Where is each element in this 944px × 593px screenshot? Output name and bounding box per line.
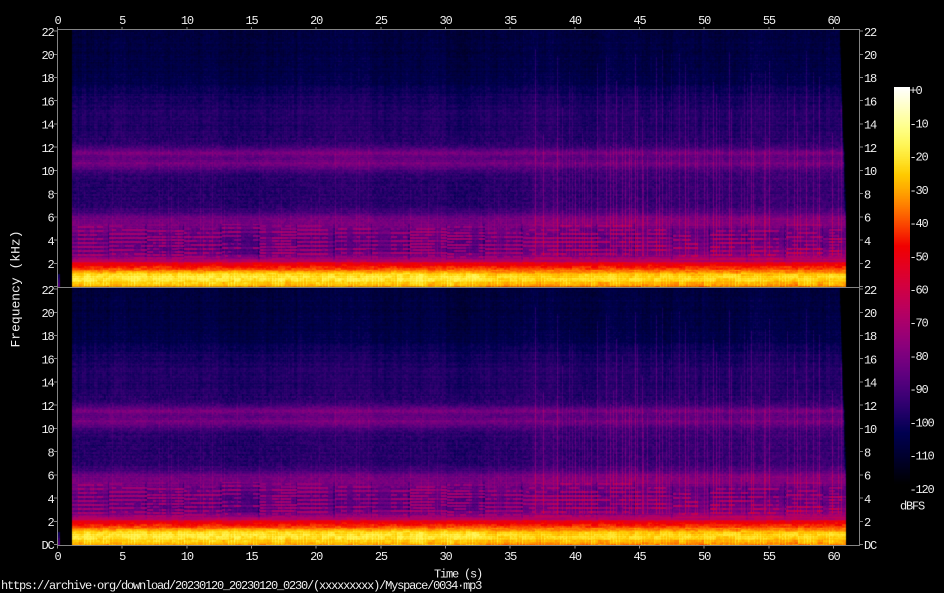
svg-text:16: 16 — [41, 353, 54, 367]
svg-text:18: 18 — [864, 330, 877, 344]
svg-text:-50: -50 — [910, 250, 929, 264]
svg-text:2: 2 — [864, 516, 871, 530]
svg-text:2: 2 — [47, 258, 54, 272]
svg-text:14: 14 — [864, 119, 877, 133]
svg-text:0: 0 — [54, 550, 61, 564]
svg-text:20: 20 — [310, 550, 323, 564]
svg-text:Frequency (kHz): Frequency (kHz) — [9, 230, 24, 347]
svg-text:0: 0 — [54, 14, 61, 28]
svg-text:10: 10 — [181, 14, 194, 28]
svg-text:16: 16 — [864, 353, 877, 367]
svg-text:10: 10 — [864, 423, 877, 437]
svg-text:22: 22 — [41, 284, 54, 298]
svg-text:45: 45 — [633, 550, 646, 564]
svg-text:DC: DC — [864, 539, 877, 553]
svg-text:5: 5 — [119, 550, 126, 564]
svg-text:22: 22 — [864, 284, 877, 298]
svg-text:18: 18 — [864, 72, 877, 86]
svg-text:8: 8 — [47, 446, 54, 460]
svg-text:-20: -20 — [910, 151, 929, 165]
svg-text:-70: -70 — [910, 317, 929, 331]
svg-text:20: 20 — [41, 307, 54, 321]
svg-text:30: 30 — [439, 14, 452, 28]
svg-text:-60: -60 — [910, 283, 929, 297]
svg-text:60: 60 — [827, 550, 840, 564]
svg-text:35: 35 — [504, 14, 517, 28]
svg-text:-10: -10 — [910, 117, 929, 131]
svg-text:DC: DC — [41, 539, 54, 553]
svg-text:12: 12 — [864, 400, 877, 414]
svg-text:6: 6 — [864, 470, 871, 484]
svg-text:15: 15 — [245, 550, 258, 564]
svg-text:10: 10 — [41, 423, 54, 437]
svg-text:https://archive·org/download/2: https://archive·org/download/20230120_20… — [1, 579, 482, 593]
svg-text:2: 2 — [864, 258, 871, 272]
svg-text:4: 4 — [864, 493, 871, 507]
svg-text:6: 6 — [47, 470, 54, 484]
svg-text:50: 50 — [698, 550, 711, 564]
svg-text:20: 20 — [864, 49, 877, 63]
svg-text:14: 14 — [41, 119, 54, 133]
svg-text:20: 20 — [310, 14, 323, 28]
svg-text:40: 40 — [569, 14, 582, 28]
svg-text:22: 22 — [864, 26, 877, 40]
svg-text:25: 25 — [375, 14, 388, 28]
svg-text:8: 8 — [864, 446, 871, 460]
svg-text:6: 6 — [47, 212, 54, 226]
svg-text:-100: -100 — [910, 416, 935, 430]
svg-text:6: 6 — [864, 212, 871, 226]
svg-text:35: 35 — [504, 550, 517, 564]
svg-text:4: 4 — [47, 493, 54, 507]
svg-text:20: 20 — [864, 307, 877, 321]
svg-text:16: 16 — [41, 95, 54, 109]
svg-text:-80: -80 — [910, 350, 929, 364]
svg-text:12: 12 — [864, 142, 877, 156]
svg-text:40: 40 — [569, 550, 582, 564]
svg-text:8: 8 — [47, 188, 54, 202]
svg-text:18: 18 — [41, 72, 54, 86]
svg-text:20: 20 — [41, 49, 54, 63]
svg-text:-30: -30 — [910, 184, 929, 198]
svg-text:dBFS: dBFS — [900, 500, 925, 514]
svg-text:-120: -120 — [910, 483, 935, 497]
svg-text:-110: -110 — [910, 450, 935, 464]
svg-text:30: 30 — [439, 550, 452, 564]
svg-text:8: 8 — [864, 188, 871, 202]
svg-text:14: 14 — [41, 377, 54, 391]
svg-text:5: 5 — [119, 14, 126, 28]
svg-text:25: 25 — [375, 550, 388, 564]
svg-text:12: 12 — [41, 142, 54, 156]
svg-text:4: 4 — [47, 235, 54, 249]
svg-text:50: 50 — [698, 14, 711, 28]
svg-text:4: 4 — [864, 235, 871, 249]
svg-text:55: 55 — [763, 550, 776, 564]
svg-text:18: 18 — [41, 330, 54, 344]
svg-text:15: 15 — [245, 14, 258, 28]
svg-text:45: 45 — [633, 14, 646, 28]
svg-text:2: 2 — [47, 516, 54, 530]
svg-text:-90: -90 — [910, 383, 929, 397]
svg-text:10: 10 — [41, 165, 54, 179]
svg-text:-40: -40 — [910, 217, 929, 231]
svg-text:16: 16 — [864, 95, 877, 109]
svg-text:10: 10 — [864, 165, 877, 179]
svg-text:60: 60 — [827, 14, 840, 28]
svg-text:12: 12 — [41, 400, 54, 414]
svg-text:14: 14 — [864, 377, 877, 391]
svg-text:55: 55 — [763, 14, 776, 28]
svg-text:22: 22 — [41, 26, 54, 40]
svg-text:10: 10 — [181, 550, 194, 564]
svg-text:+0: +0 — [910, 84, 923, 98]
